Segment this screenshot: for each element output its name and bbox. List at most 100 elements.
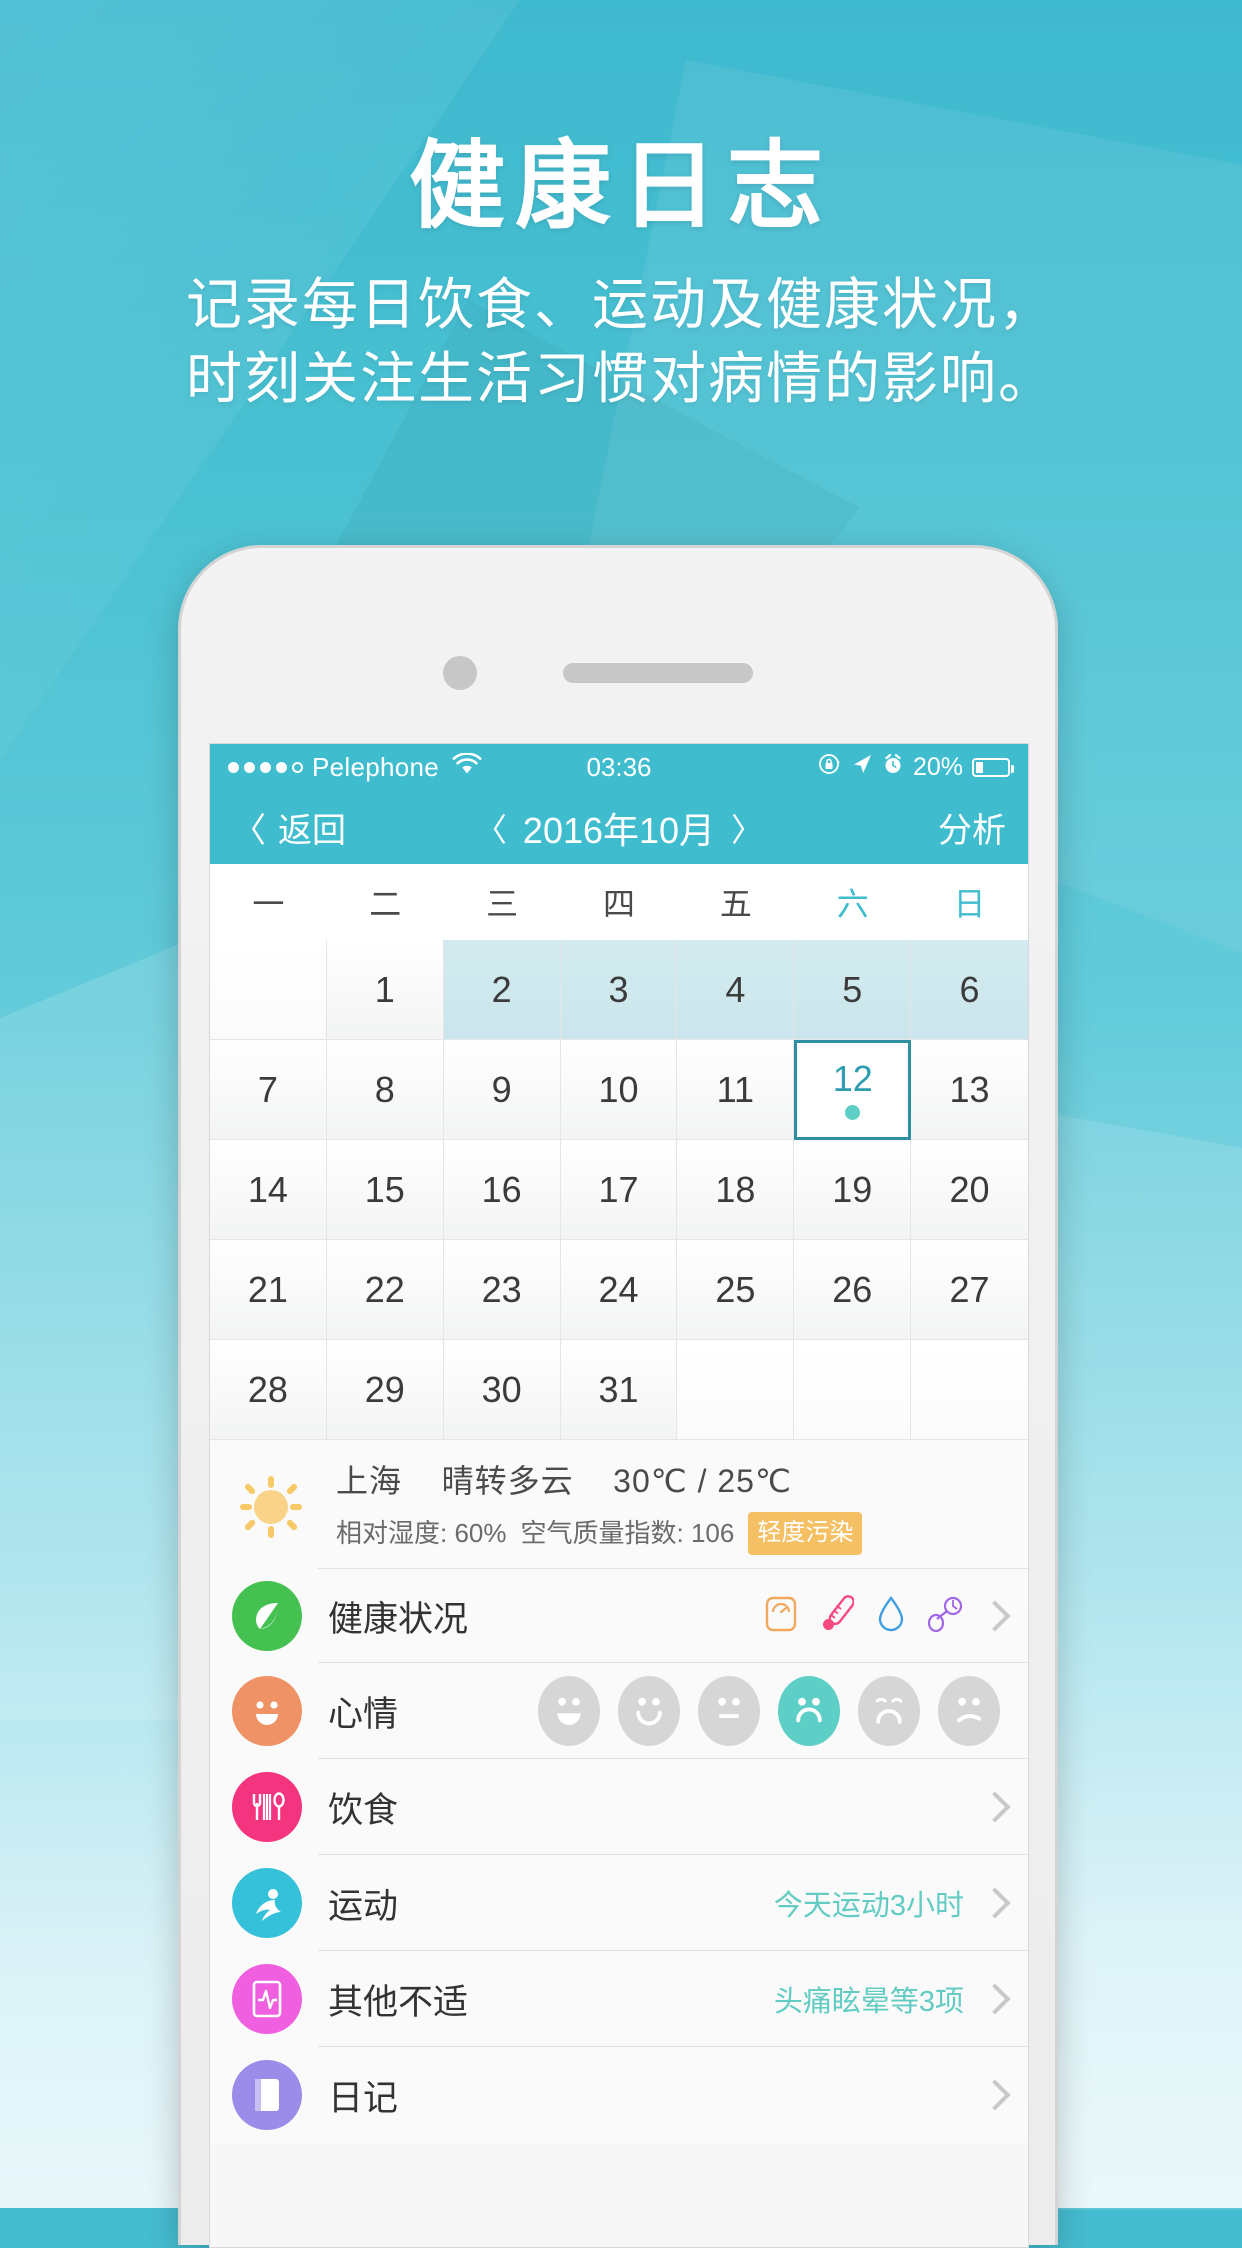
calendar-cell-empty bbox=[210, 940, 327, 1040]
calendar-day-24[interactable]: 24 bbox=[560, 1240, 678, 1340]
calendar-day-29[interactable]: 29 bbox=[326, 1340, 444, 1440]
calendar: 一二三四五六日 1 2 3 4 5 6 7 8 9 10 11 12 13 14 15 16 17 18 19 20 2… bbox=[210, 864, 1028, 1440]
calendar-day-1[interactable]: 1 bbox=[326, 940, 444, 1040]
calendar-cell-empty bbox=[677, 1340, 795, 1440]
promo-subtitle-line-1: 记录每日饮食、运动及健康状况， bbox=[186, 273, 1056, 337]
calendar-day-21[interactable]: 21 bbox=[210, 1240, 327, 1340]
calendar-day-number: 1 bbox=[374, 968, 395, 1010]
calendar-day-18[interactable]: 18 bbox=[677, 1140, 795, 1240]
calendar-day-20[interactable]: 20 bbox=[911, 1140, 1028, 1240]
weather-city: 上海 bbox=[336, 1463, 403, 1499]
location-arrow-icon bbox=[851, 753, 873, 782]
calendar-day-15[interactable]: 15 bbox=[326, 1140, 444, 1240]
runner-icon bbox=[232, 1868, 302, 1939]
weather-humidity: 相对湿度: 60% bbox=[336, 1517, 507, 1548]
face-grin[interactable] bbox=[538, 1676, 600, 1747]
page-title: 健康日志 bbox=[409, 133, 833, 240]
analysis-button[interactable]: 分析 bbox=[938, 803, 1006, 852]
thermometer-icon[interactable] bbox=[820, 1594, 855, 1638]
calendar-day-12[interactable]: 12 bbox=[794, 1040, 912, 1140]
diet-label: 饮食 bbox=[328, 1790, 399, 1830]
calendar-day-9[interactable]: 9 bbox=[443, 1040, 561, 1140]
weather-text: 上海 晴转多云 30℃ / 25℃ 相对湿度: 60% 空气质量指数: 106 … bbox=[336, 1458, 863, 1556]
calendar-day-27[interactable]: 27 bbox=[911, 1240, 1028, 1340]
diary-label: 日记 bbox=[328, 2078, 399, 2118]
calendar-day-16[interactable]: 16 bbox=[443, 1140, 561, 1240]
front-camera-icon bbox=[443, 656, 477, 690]
calendar-day-31[interactable]: 31 bbox=[560, 1340, 678, 1440]
status-bar-right: 20% bbox=[818, 752, 1014, 783]
calendar-day-13[interactable]: 13 bbox=[911, 1040, 1028, 1140]
calendar-day-10[interactable]: 10 bbox=[560, 1040, 678, 1140]
calendar-day-8[interactable]: 8 bbox=[326, 1040, 444, 1140]
diary-row[interactable]: 日记 bbox=[210, 2047, 1028, 2143]
face-upset[interactable] bbox=[938, 1676, 1000, 1747]
status-bar-left: Pelephone bbox=[228, 751, 482, 783]
weekday-六: 六 bbox=[836, 886, 869, 922]
earpiece-speaker bbox=[563, 663, 753, 683]
sport-row[interactable]: 运动 今天运动3小时 bbox=[210, 1855, 1028, 1952]
chevron-right-icon bbox=[979, 1887, 1011, 1919]
calendar-cell-empty bbox=[911, 1340, 1028, 1440]
alarm-clock-icon bbox=[882, 753, 904, 782]
day-detail-list: 上海 晴转多云 30℃ / 25℃ 相对湿度: 60% 空气质量指数: 106 … bbox=[210, 1440, 1028, 2144]
chevron-right-icon bbox=[979, 1600, 1011, 1632]
face-sad[interactable] bbox=[778, 1676, 840, 1747]
calendar-day-28[interactable]: 28 bbox=[210, 1340, 327, 1440]
calendar-day-23[interactable]: 23 bbox=[443, 1240, 561, 1340]
calendar-day-5[interactable]: 5 bbox=[794, 940, 912, 1040]
calendar-day-6[interactable]: 6 bbox=[911, 940, 1028, 1040]
other-symptoms-row[interactable]: 其他不适 头痛眩晕等3项 bbox=[210, 1951, 1028, 2048]
face-neutral[interactable] bbox=[698, 1676, 760, 1747]
calendar-day-3[interactable]: 3 bbox=[560, 940, 678, 1040]
water-drop-icon[interactable] bbox=[876, 1595, 906, 1638]
health-status-label: 健康状况 bbox=[328, 1599, 469, 1639]
calendar-day-17[interactable]: 17 bbox=[560, 1140, 678, 1240]
weather-details: 相对湿度: 60% 空气质量指数: 106 轻度污染 bbox=[336, 1512, 863, 1556]
face-crying[interactable] bbox=[858, 1676, 920, 1747]
calendar-day-number: 23 bbox=[481, 1268, 522, 1310]
calendar-day-number: 2 bbox=[491, 968, 512, 1010]
calendar-day-14[interactable]: 14 bbox=[210, 1140, 327, 1240]
weekday-日: 日 bbox=[953, 886, 986, 922]
calendar-day-number: 20 bbox=[949, 1168, 990, 1210]
calendar-day-event-dot bbox=[845, 1104, 861, 1120]
weekday-三: 三 bbox=[486, 886, 519, 922]
weekday-四: 四 bbox=[602, 886, 635, 922]
calendar-day-number: 14 bbox=[247, 1168, 288, 1210]
smiley-icon bbox=[232, 1676, 302, 1747]
chevron-right-icon bbox=[979, 1791, 1011, 1823]
status-bar: Pelephone 03:36 20% bbox=[210, 744, 1028, 791]
calendar-day-30[interactable]: 30 bbox=[443, 1340, 561, 1440]
calendar-day-7[interactable]: 7 bbox=[210, 1040, 327, 1140]
health-status-row[interactable]: 健康状况 bbox=[210, 1569, 1028, 1664]
calendar-day-22[interactable]: 22 bbox=[326, 1240, 444, 1340]
calendar-day-number: 12 bbox=[832, 1057, 873, 1099]
face-smile[interactable] bbox=[618, 1676, 680, 1747]
aqi-status-badge: 轻度污染 bbox=[748, 1512, 863, 1556]
calendar-day-number: 13 bbox=[949, 1068, 990, 1110]
prev-month-button[interactable]: 〈 bbox=[475, 805, 507, 851]
weather-condition: 晴转多云 bbox=[441, 1463, 574, 1499]
weight-scale-icon[interactable] bbox=[764, 1595, 798, 1638]
chevron-right-icon bbox=[979, 2079, 1011, 2111]
calendar-day-4[interactable]: 4 bbox=[677, 940, 795, 1040]
ecg-monitor-icon bbox=[232, 1964, 302, 2035]
calendar-day-25[interactable]: 25 bbox=[677, 1240, 795, 1340]
calendar-day-number: 4 bbox=[725, 968, 746, 1010]
mood-options bbox=[538, 1676, 1000, 1747]
calendar-day-number: 15 bbox=[364, 1168, 405, 1210]
calendar-day-26[interactable]: 26 bbox=[794, 1240, 912, 1340]
mood-row[interactable]: 心情 bbox=[210, 1663, 1028, 1760]
calendar-day-number: 24 bbox=[598, 1268, 639, 1310]
calendar-day-11[interactable]: 11 bbox=[677, 1040, 795, 1140]
calendar-day-19[interactable]: 19 bbox=[794, 1140, 912, 1240]
calendar-day-2[interactable]: 2 bbox=[443, 940, 561, 1040]
next-month-button[interactable]: 〉 bbox=[731, 805, 763, 851]
back-button[interactable]: 〈 返回 bbox=[232, 803, 346, 852]
current-month-label: 2016年10月 bbox=[522, 809, 716, 851]
diet-row[interactable]: 饮食 bbox=[210, 1759, 1028, 1856]
blood-pressure-icon[interactable] bbox=[927, 1595, 964, 1638]
calendar-weekday-header: 一二三四五六日 bbox=[210, 864, 1028, 940]
calendar-day-number: 3 bbox=[608, 968, 629, 1010]
